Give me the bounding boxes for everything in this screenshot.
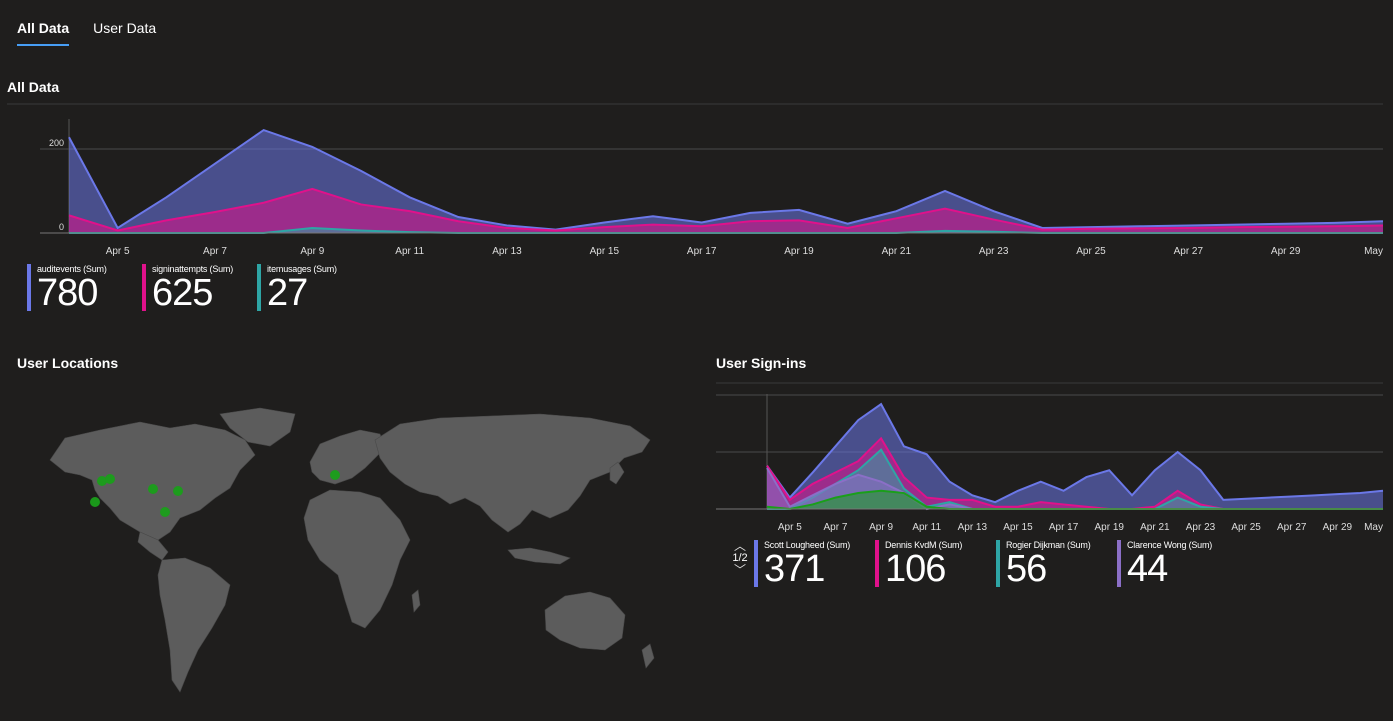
x-tick-label: Apr 21 [882,246,912,257]
legend-color-swatch [996,540,1000,587]
legend-pager: ︿ 1/2 ﹀ [730,540,750,576]
legend-color-swatch [875,540,879,587]
x-tick-label: Apr 9 [869,522,893,533]
location-marker [90,497,100,507]
x-tick-label: Apr 9 [300,246,324,257]
x-tick-label: Apr 27 [1277,522,1307,533]
location-marker [105,474,115,484]
x-tick-label: Apr 5 [106,246,130,257]
x-tick-label: Apr 15 [1003,522,1033,533]
legend-color-swatch [754,540,758,587]
australia-land [544,591,626,651]
x-tick-label: Apr 15 [590,246,620,257]
tab-all-data[interactable]: All Data [17,20,70,46]
x-tick-label: Apr 7 [203,246,227,257]
x-tick-label: Apr 25 [1231,522,1261,533]
x-tick-label: Apr 21 [1140,522,1170,533]
x-tick-label: Apr 13 [958,522,988,533]
indonesia-land [507,547,571,565]
legend-color-swatch [142,264,146,311]
x-tick-label: Apr 23 [1186,522,1216,533]
legend-color-swatch [257,264,261,311]
legend-value: 780 [37,272,98,314]
all-data-legend-item[interactable]: signinattempts (Sum) 625 [142,264,257,314]
x-tick-label: Apr 29 [1271,246,1301,257]
signins-legend-item[interactable]: Clarence Wong (Sum) 44 [1117,540,1238,590]
user-signins-chart[interactable]: 050100Apr 5Apr 7Apr 9Apr 11Apr 13Apr 15A… [716,378,1393,533]
x-tick-label: Apr 7 [823,522,847,533]
x-tick-label: Apr 27 [1174,246,1204,257]
asia-land [374,413,651,533]
x-tick-label: Apr 29 [1323,522,1353,533]
all-data-legend-item[interactable]: itemusages (Sum) 27 [257,264,372,314]
pager-down-icon[interactable]: ﹀ [730,564,750,576]
legend-value: 625 [152,272,213,314]
legend-value: 27 [267,272,308,314]
user-locations-title: User Locations [17,355,119,371]
y-tick-label: 200 [49,138,64,148]
tab-bar: All Data User Data [17,20,156,46]
x-tick-label: Apr 13 [492,246,522,257]
x-tick-label: Apr 23 [979,246,1009,257]
x-tick-label: Apr 25 [1076,246,1106,257]
europe-land [309,429,386,485]
new-zealand-land [641,643,655,669]
location-marker [148,484,158,494]
legend-color-swatch [27,264,31,311]
madagascar-land [411,589,421,613]
location-marker [160,507,170,517]
legend-value: 56 [1006,548,1047,590]
location-marker [330,470,340,480]
x-tick-label: Apr 11 [912,522,941,533]
x-tick-label: Apr 5 [778,522,802,533]
all-data-legend: auditevents (Sum) 780 signinattempts (Sum)… [27,264,372,314]
signins-legend-item[interactable]: Rogier Dijkman (Sum) 56 [996,540,1117,590]
location-marker [173,486,183,496]
legend-value: 44 [1127,548,1168,590]
signins-legend-item[interactable]: Dennis KvdM (Sum) 106 [875,540,996,590]
tab-user-data[interactable]: User Data [93,20,156,44]
legend-value: 106 [885,548,946,590]
legend-color-swatch [1117,540,1121,587]
all-data-title: All Data [7,79,60,95]
signins-legend-item[interactable]: Scott Lougheed (Sum) 371 [754,540,875,590]
user-signins-legend: Scott Lougheed (Sum) 371 Dennis KvdM (Sum)… [754,540,1238,590]
x-tick-label: May [1364,522,1383,533]
x-tick-label: Apr 11 [395,246,424,257]
y-tick-label: 0 [59,222,64,232]
x-tick-label: Apr 17 [687,246,717,257]
x-tick-label: Apr 17 [1049,522,1079,533]
all-data-chart[interactable]: 0 200 Apr 5 Apr 7 Apr 9 Apr 11 Apr 13 Apr 15 Apr… [0,95,1393,265]
world-map[interactable] [20,400,680,710]
user-signins-title: User Sign-ins [716,355,807,371]
south-america-land [157,557,231,693]
africa-land [303,489,411,629]
x-tick-label: May [1364,246,1383,257]
north-america-land [49,421,256,541]
x-tick-label: Apr 19 [784,246,814,257]
all-data-legend-item[interactable]: auditevents (Sum) 780 [27,264,142,314]
legend-value: 371 [764,548,825,590]
x-tick-label: Apr 19 [1094,522,1124,533]
pager-up-icon[interactable]: ︿ [730,540,750,552]
